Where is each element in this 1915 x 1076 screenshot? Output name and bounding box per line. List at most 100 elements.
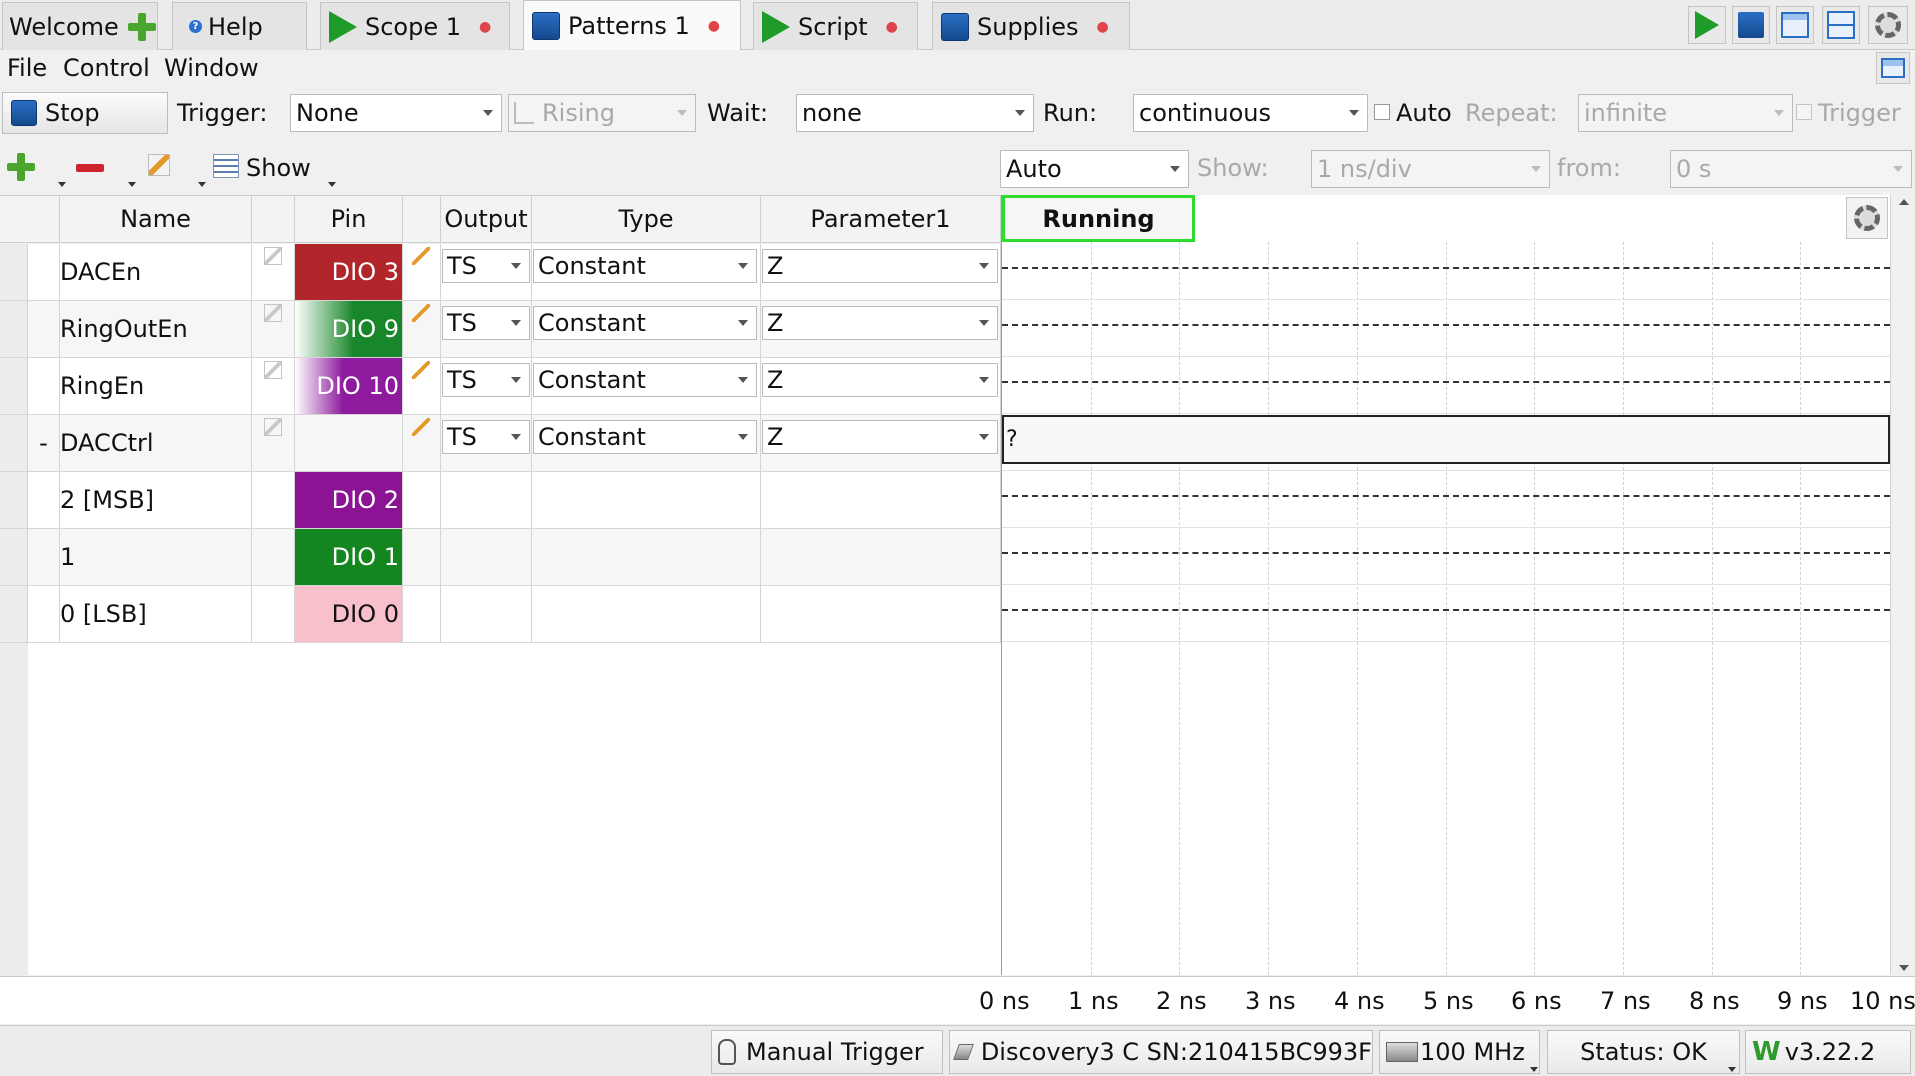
close-icon[interactable]: ● [886,19,898,35]
edit-icon[interactable] [264,247,282,265]
header-name[interactable]: Name [60,196,252,243]
close-icon[interactable]: ● [479,19,491,35]
table-row[interactable]: - DACCtrl TS Constant Z [0,415,1001,472]
parameter1-select[interactable]: Z [762,249,998,283]
parameter1-select[interactable]: Z [762,306,998,340]
repeat-select[interactable]: infinite [1578,94,1793,132]
settings-button[interactable] [1868,6,1908,44]
timebase-select[interactable]: 1 ns/div [1311,150,1550,188]
trigger-source-select[interactable]: None [290,94,502,132]
type-select[interactable]: Constant [533,363,757,397]
tab-script[interactable]: Script ● [753,2,918,50]
cascade-windows-button[interactable] [1776,6,1814,44]
edit-icon[interactable] [412,361,430,379]
row-handle[interactable] [0,472,28,528]
header-parameter1[interactable]: Parameter1 [761,196,1001,243]
signal-name[interactable]: 1 [60,529,252,585]
tab-help[interactable]: ? Help [172,2,307,50]
row-handle[interactable] [0,244,28,300]
scroll-up-icon[interactable] [1899,199,1909,205]
chevron-down-icon[interactable] [198,182,206,187]
status-button[interactable]: Status: OK [1547,1030,1740,1074]
plot-settings-button[interactable] [1846,197,1888,239]
vertical-scrollbar[interactable] [1890,195,1915,975]
stop-button[interactable]: Stop [2,92,168,134]
signal-name[interactable]: DACCtrl [60,415,252,471]
tab-supplies[interactable]: Supplies ● [932,2,1130,50]
split-view-button[interactable] [1822,6,1860,44]
pin-cell[interactable]: DIO 3 [295,244,403,300]
table-row[interactable]: 0 [LSB] DIO 0 [0,586,1001,643]
table-row[interactable]: RingEn DIO 10 TS Constant Z [0,358,1001,415]
edit-icon[interactable] [264,418,282,436]
tab-welcome[interactable]: Welcome [2,2,158,50]
type-select[interactable]: Constant [533,249,757,283]
chevron-down-icon[interactable] [128,182,136,187]
output-select[interactable]: TS [442,363,530,397]
show-button[interactable]: Show [246,154,311,182]
trigger-checkbox[interactable] [1796,104,1812,120]
row-handle[interactable] [0,415,28,471]
clock-button[interactable]: 100 MHz [1379,1030,1540,1074]
close-icon[interactable]: ● [708,18,720,34]
signal-name[interactable]: RingOutEn [60,301,252,357]
run-mode-select[interactable]: continuous [1133,94,1368,132]
table-row[interactable]: DACEn DIO 3 TS Constant Z [0,244,1001,301]
edit-icon[interactable] [264,304,282,322]
scroll-down-icon[interactable] [1899,965,1909,971]
table-row[interactable]: RingOutEn DIO 9 TS Constant Z [0,301,1001,358]
edit-icon[interactable] [264,361,282,379]
chevron-down-icon[interactable] [58,182,66,187]
tab-scope-1[interactable]: Scope 1 ● [320,2,510,50]
edit-icon[interactable] [412,247,430,265]
expand-toggle[interactable] [28,586,60,642]
pin-cell[interactable] [295,415,403,471]
menu-window[interactable]: Window [164,54,259,82]
row-handle[interactable] [0,358,28,414]
parameter1-select[interactable]: Z [762,420,998,454]
version-button[interactable]: W v3.22.2 [1745,1030,1911,1074]
expand-toggle[interactable] [28,472,60,528]
add-icon[interactable] [127,12,157,42]
add-signal-button[interactable] [6,152,36,182]
tab-patterns-1[interactable]: Patterns 1 ● [523,0,741,51]
signal-name[interactable]: 2 [MSB] [60,472,252,528]
edit-icon[interactable] [148,154,170,176]
trigger-edge-select[interactable]: Rising [508,94,696,132]
row-handle[interactable] [0,301,28,357]
edit-icon[interactable] [412,304,430,322]
row-handle[interactable] [0,586,28,642]
run-all-button[interactable] [1688,6,1726,44]
pin-cell[interactable]: DIO 10 [295,358,403,414]
header-type[interactable]: Type [532,196,761,243]
header-output[interactable]: Output [441,196,532,243]
remove-signal-button[interactable] [76,164,104,172]
edit-icon[interactable] [412,418,430,436]
header-pin[interactable]: Pin [295,196,403,243]
table-row[interactable]: 1 DIO 1 [0,529,1001,586]
chevron-down-icon[interactable] [328,182,336,187]
output-select[interactable]: TS [442,420,530,454]
type-select[interactable]: Constant [533,420,757,454]
undock-button[interactable] [1876,52,1910,84]
close-icon[interactable]: ● [1097,19,1109,35]
pin-cell[interactable]: DIO 2 [295,472,403,528]
output-select[interactable]: TS [442,306,530,340]
signal-name[interactable]: 0 [LSB] [60,586,252,642]
output-select[interactable]: TS [442,249,530,283]
from-select[interactable]: 0 s [1670,150,1912,188]
expand-toggle[interactable]: - [28,415,60,471]
row-handle[interactable] [0,529,28,585]
expand-toggle[interactable] [28,358,60,414]
menu-file[interactable]: File [7,54,47,82]
waveform-plot[interactable]: Running ? [1001,195,1890,975]
type-select[interactable]: Constant [533,306,757,340]
wait-select[interactable]: none [796,94,1034,132]
pin-cell[interactable]: DIO 0 [295,586,403,642]
auto-checkbox[interactable] [1374,104,1390,120]
table-row[interactable]: 2 [MSB] DIO 2 [0,472,1001,529]
pin-cell[interactable]: DIO 1 [295,529,403,585]
expand-toggle[interactable] [28,301,60,357]
pin-cell[interactable]: DIO 9 [295,301,403,357]
signal-name[interactable]: RingEn [60,358,252,414]
